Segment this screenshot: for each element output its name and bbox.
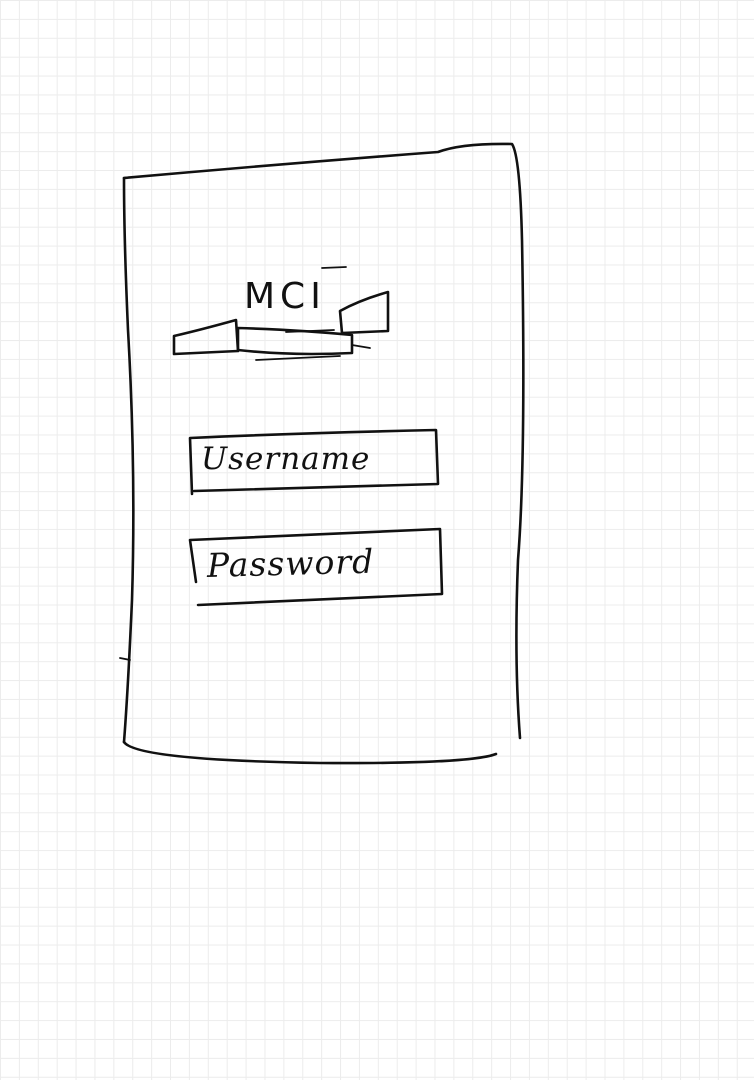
logo-text: MCI <box>244 276 326 317</box>
phone-frame-left <box>122 176 135 744</box>
sketch-drawing <box>119 142 525 765</box>
sketch-canvas: { "logo": { "text": "MCI" }, "login_form… <box>0 0 754 1080</box>
password-field[interactable]: Password <box>206 542 374 585</box>
phone-frame-bottom <box>122 740 498 765</box>
username-field[interactable]: Username <box>201 441 370 477</box>
